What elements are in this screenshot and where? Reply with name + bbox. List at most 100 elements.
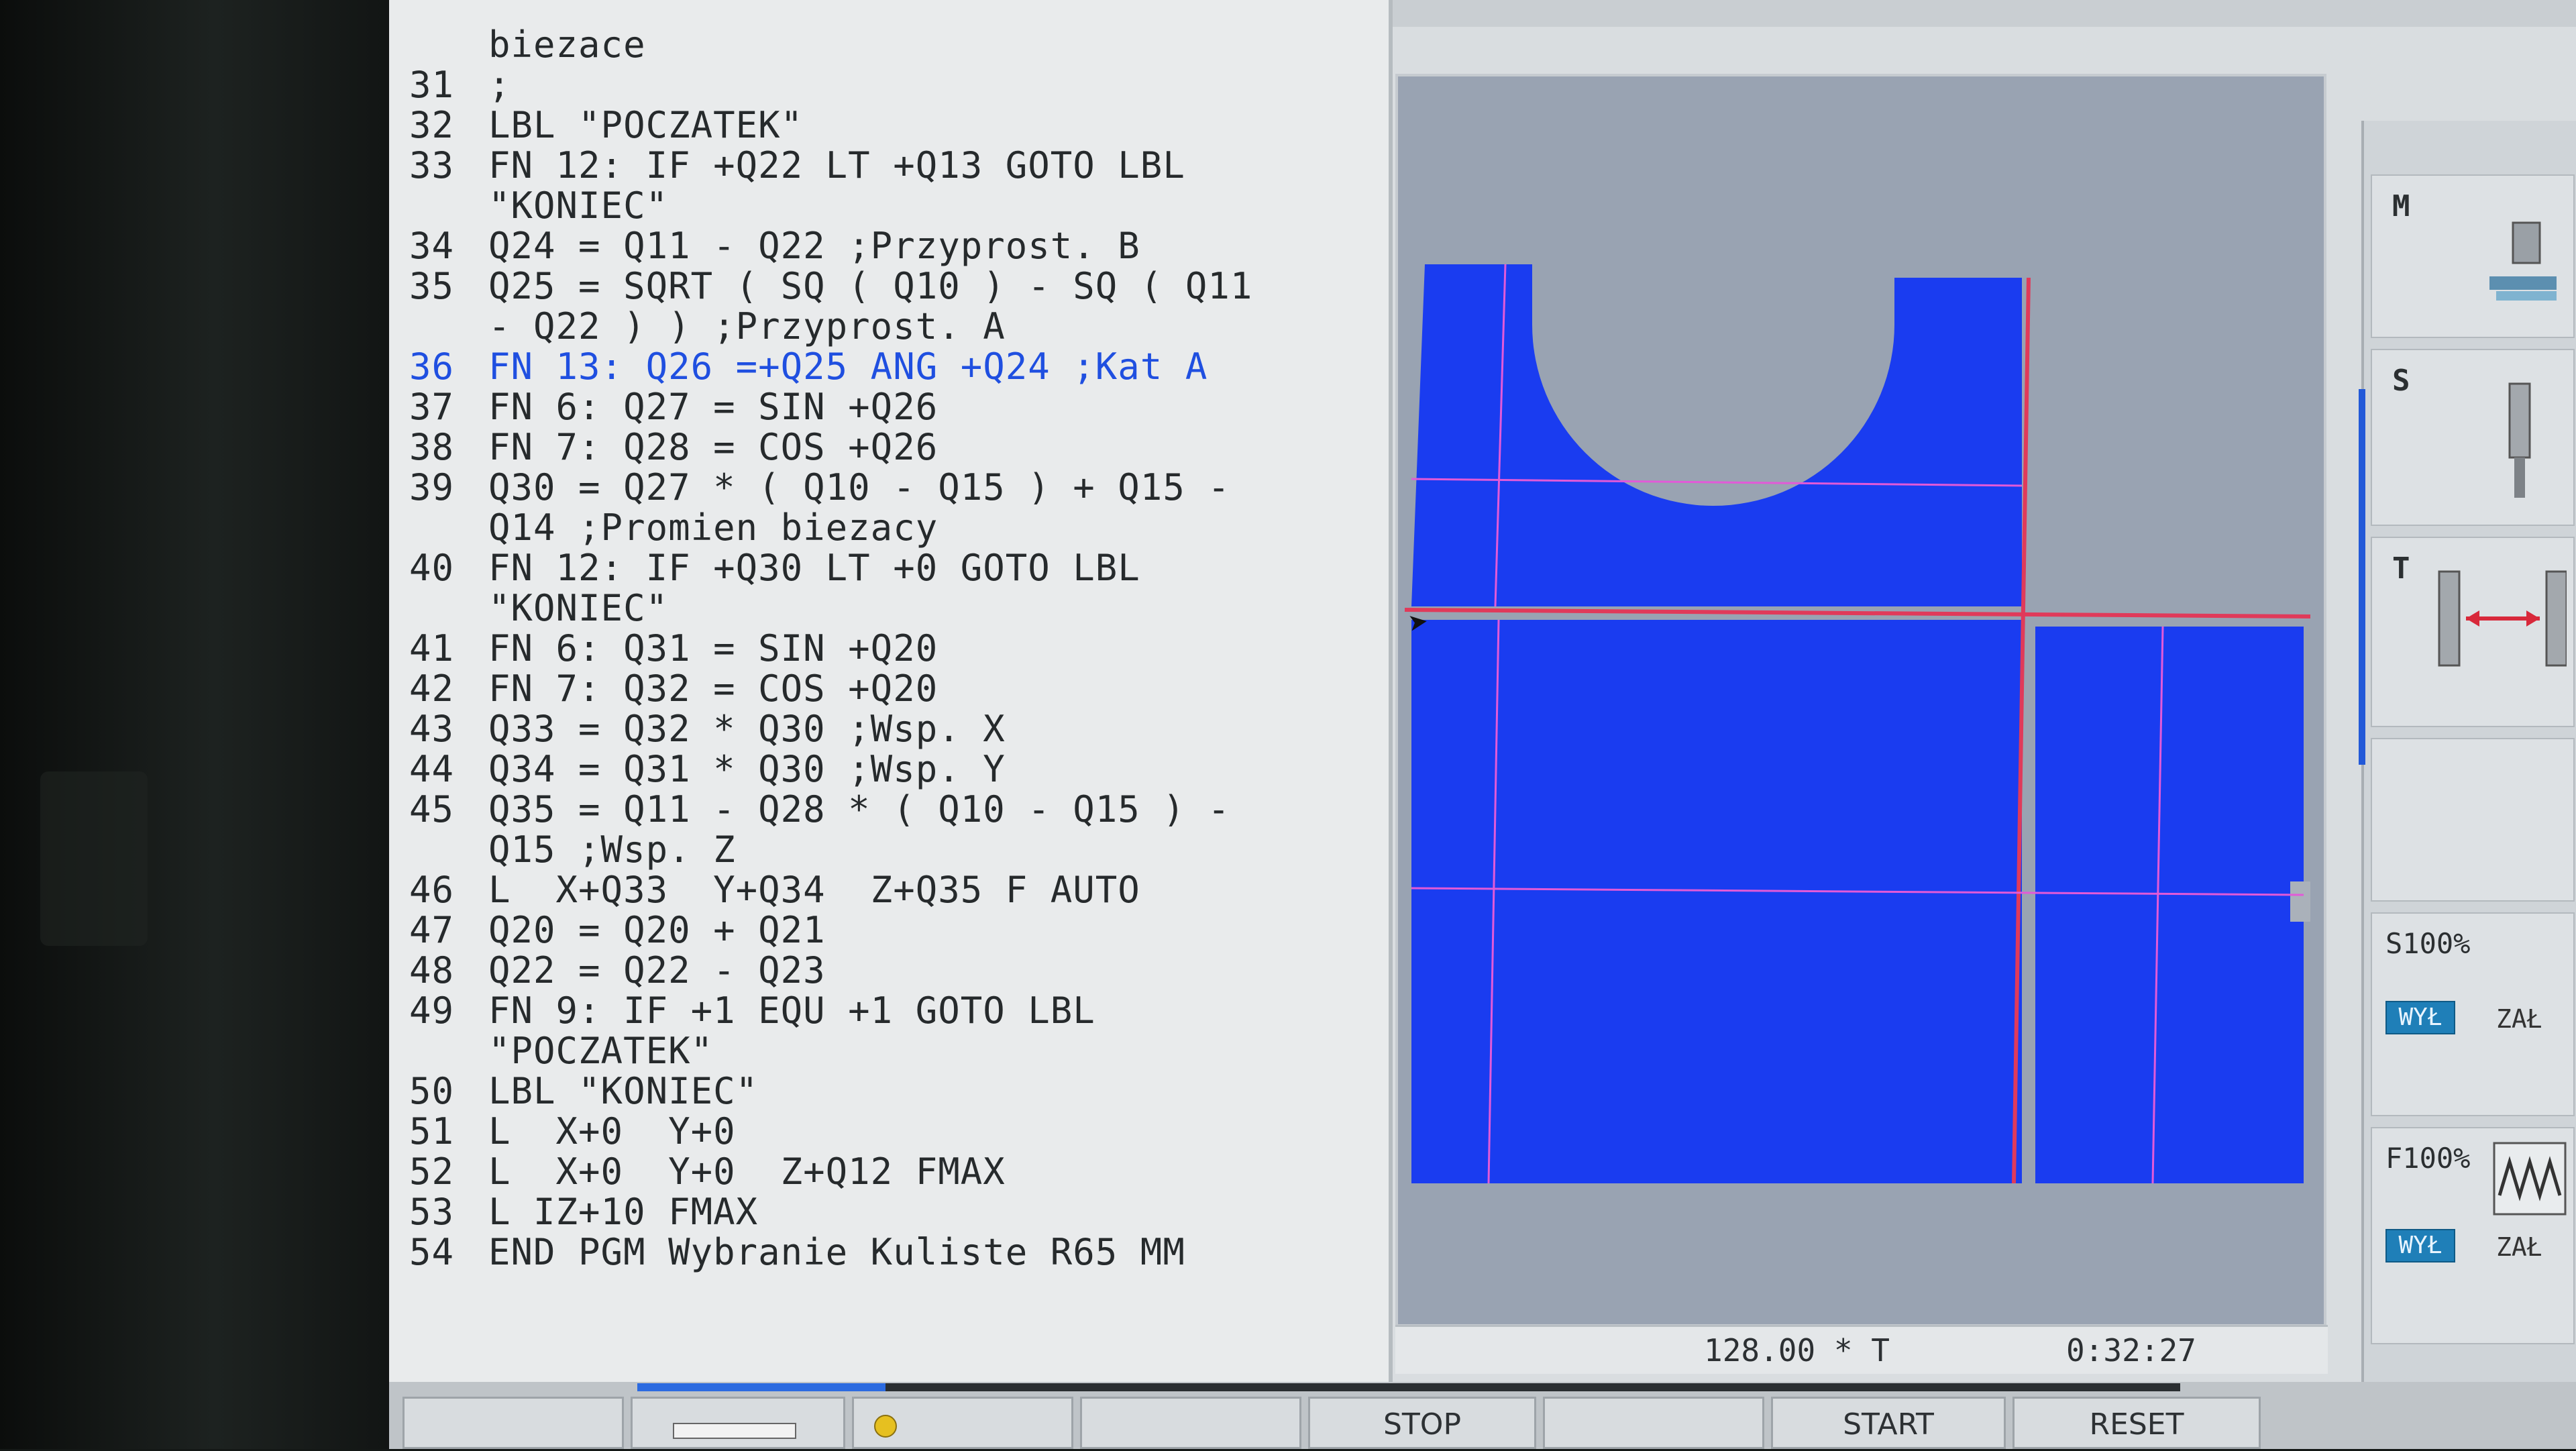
program-line[interactable]: 51 L X+0 Y+0 <box>409 1112 736 1151</box>
program-line[interactable]: 33 FN 12: IF +Q22 LT +Q13 GOTO LBL <box>409 146 1185 185</box>
feed-on-label[interactable]: ZAŁ <box>2496 1232 2542 1262</box>
line-text: Q35 = Q11 - Q28 * ( Q10 - Q15 ) - <box>488 788 1230 830</box>
line-text: Q20 = Q20 + Q21 <box>488 909 826 951</box>
m-function-cell[interactable]: M <box>2371 174 2575 338</box>
program-line[interactable]: 47 Q20 = Q20 + Q21 <box>409 911 826 950</box>
program-line[interactable]: 52 L X+0 Y+0 Z+Q12 FMAX <box>409 1152 1006 1191</box>
line-number: 52 <box>409 1150 455 1193</box>
workpiece-view <box>1404 264 2311 1184</box>
indicator-dot-icon <box>874 1415 897 1438</box>
line-number: 44 <box>409 748 455 790</box>
line-number: 39 <box>409 466 455 508</box>
program-line[interactable]: 35 Q25 = SQRT ( SQ ( Q10 ) - SQ ( Q11 <box>409 267 1252 306</box>
line-number: 51 <box>409 1110 455 1152</box>
spindle-override-cell[interactable]: S100% WYŁ ZAŁ <box>2371 912 2575 1116</box>
line-text: Q30 = Q27 * ( Q10 - Q15 ) + Q15 - <box>488 466 1230 508</box>
line-text: END PGM Wybranie Kuliste R65 MM <box>488 1231 1185 1273</box>
line-number: 53 <box>409 1191 455 1233</box>
line-text: L X+0 Y+0 <box>488 1110 736 1152</box>
cnc-screen: biezace 31; 32 LBL "POCZATEK" 33 FN 12: IF +Q… <box>389 0 2576 1449</box>
program-line[interactable]: "POCZATEK" <box>409 1032 713 1071</box>
program-line[interactable]: 45 Q35 = Q11 - Q28 * ( Q10 - Q15 ) - <box>409 790 1230 829</box>
program-line[interactable]: Q15 ;Wsp. Z <box>409 830 736 869</box>
program-line[interactable]: 32 LBL "POCZATEK" <box>409 106 803 145</box>
program-line[interactable]: 36 FN 13: Q26 =+Q25 ANG +Q24 ;Kat A <box>409 347 1208 386</box>
program-line[interactable]: "KONIEC" <box>409 186 668 225</box>
program-line[interactable]: 31; <box>409 66 511 105</box>
line-number: 54 <box>409 1231 455 1273</box>
program-line[interactable]: - Q22 ) ) ;Przyprost. A <box>409 307 1006 346</box>
line-number: 43 <box>409 708 455 750</box>
program-line[interactable]: 44 Q34 = Q31 * Q30 ;Wsp. Y <box>409 750 1006 789</box>
reset-button[interactable]: RESET <box>2012 1397 2261 1449</box>
monitor-bezel <box>0 0 389 1449</box>
program-line[interactable]: Q14 ;Promien biezacy <box>409 508 938 547</box>
machining-time: 0:32:27 <box>2066 1332 2196 1368</box>
side-notch <box>2290 881 2310 922</box>
line-number: 41 <box>409 627 455 669</box>
line-text: Q25 = SQRT ( SQ ( Q10 ) - SQ ( Q11 <box>488 265 1253 307</box>
program-line[interactable]: 50 LBL "KONIEC" <box>409 1072 758 1111</box>
program-line[interactable]: 53 L IZ+10 FMAX <box>409 1193 758 1232</box>
program-line[interactable]: 42 FN 7: Q32 = COS +Q20 <box>409 669 938 708</box>
line-text: Q34 = Q31 * Q30 ;Wsp. Y <box>488 748 1006 790</box>
program-line[interactable]: 41 FN 6: Q31 = SIN +Q20 <box>409 629 938 668</box>
spindle-icon <box>2508 382 2531 498</box>
progress-fill <box>637 1383 885 1391</box>
program-line[interactable]: 54 END PGM Wybranie Kuliste R65 MM <box>409 1233 1185 1272</box>
line-number: 48 <box>409 949 455 991</box>
line-number: 38 <box>409 426 455 468</box>
line-number: 47 <box>409 909 455 951</box>
softkey-3[interactable] <box>852 1397 1073 1449</box>
program-line[interactable]: "KONIEC" <box>409 589 668 628</box>
line-text: FN 7: Q32 = COS +Q20 <box>488 667 938 710</box>
line-text: "KONIEC" <box>488 587 669 629</box>
softkey-1[interactable] <box>402 1397 624 1449</box>
tool-cell[interactable]: T <box>2371 537 2575 727</box>
t-label: T <box>2392 551 2410 586</box>
m-label: M <box>2392 189 2410 223</box>
feed-off-indicator[interactable]: WYŁ <box>2385 1229 2455 1262</box>
line-number: 46 <box>409 869 455 911</box>
line-text: FN 12: IF +Q30 LT +0 GOTO LBL <box>488 547 1140 589</box>
line-text: "KONIEC" <box>488 184 669 227</box>
line-number: 37 <box>409 386 455 428</box>
line-text: LBL "POCZATEK" <box>488 104 804 146</box>
line-number: 35 <box>409 265 455 307</box>
program-line[interactable]: 38 FN 7: Q28 = COS +Q26 <box>409 428 938 467</box>
softkey-2[interactable] <box>631 1397 845 1449</box>
feed-override-value: F100% <box>2385 1142 2471 1175</box>
line-number: 42 <box>409 667 455 710</box>
stop-button[interactable]: STOP <box>1308 1397 1536 1449</box>
program-line[interactable]: 39 Q30 = Q27 * ( Q10 - Q15 ) + Q15 - <box>409 468 1230 507</box>
program-line[interactable]: 40 FN 12: IF +Q30 LT +0 GOTO LBL <box>409 549 1140 588</box>
softkey-4[interactable] <box>1080 1397 1301 1449</box>
program-line[interactable]: 34 Q24 = Q11 - Q22 ;Przyprost. B <box>409 227 1140 266</box>
line-text: FN 13: Q26 =+Q25 ANG +Q24 ;Kat A <box>488 345 1208 388</box>
line-text: LBL "KONIEC" <box>488 1070 759 1112</box>
workpiece-front-section <box>1411 620 2022 1183</box>
bezel-reflection <box>40 771 148 946</box>
feed-icon <box>2493 1142 2567 1216</box>
line-number: 36 <box>409 345 455 388</box>
program-line[interactable]: biezace <box>409 25 646 64</box>
status-bar: 128.00 * T 0:32:27 <box>1395 1325 2328 1374</box>
line-text: biezace <box>488 23 646 66</box>
program-line[interactable]: 48 Q22 = Q22 - Q23 <box>409 951 826 990</box>
line-text: - Q22 ) ) ;Przyprost. A <box>488 305 1006 347</box>
line-number: 45 <box>409 788 455 830</box>
program-line[interactable]: 37 FN 6: Q27 = SIN +Q26 <box>409 388 938 427</box>
program-line[interactable]: 43 Q33 = Q32 * Q30 ;Wsp. X <box>409 710 1006 749</box>
spindle-on-label[interactable]: ZAŁ <box>2496 1004 2542 1034</box>
feed-override-cell[interactable]: F100% WYŁ ZAŁ <box>2371 1127 2575 1344</box>
program-line[interactable]: 49 FN 9: IF +1 EQU +1 GOTO LBL <box>409 991 1095 1030</box>
empty-cell <box>2371 738 2575 902</box>
start-button[interactable]: START <box>1771 1397 2006 1449</box>
program-editor[interactable]: biezace 31; 32 LBL "POCZATEK" 33 FN 12: IF +Q… <box>389 0 1393 1382</box>
s-label: S <box>2392 364 2410 398</box>
line-text: Q15 ;Wsp. Z <box>488 828 736 871</box>
spindle-off-indicator[interactable]: WYŁ <box>2385 1001 2455 1034</box>
program-line[interactable]: 46 L X+Q33 Y+Q34 Z+Q35 F AUTO <box>409 871 1140 910</box>
softkey-6[interactable] <box>1543 1397 1764 1449</box>
spindle-cell[interactable]: S <box>2371 349 2575 526</box>
